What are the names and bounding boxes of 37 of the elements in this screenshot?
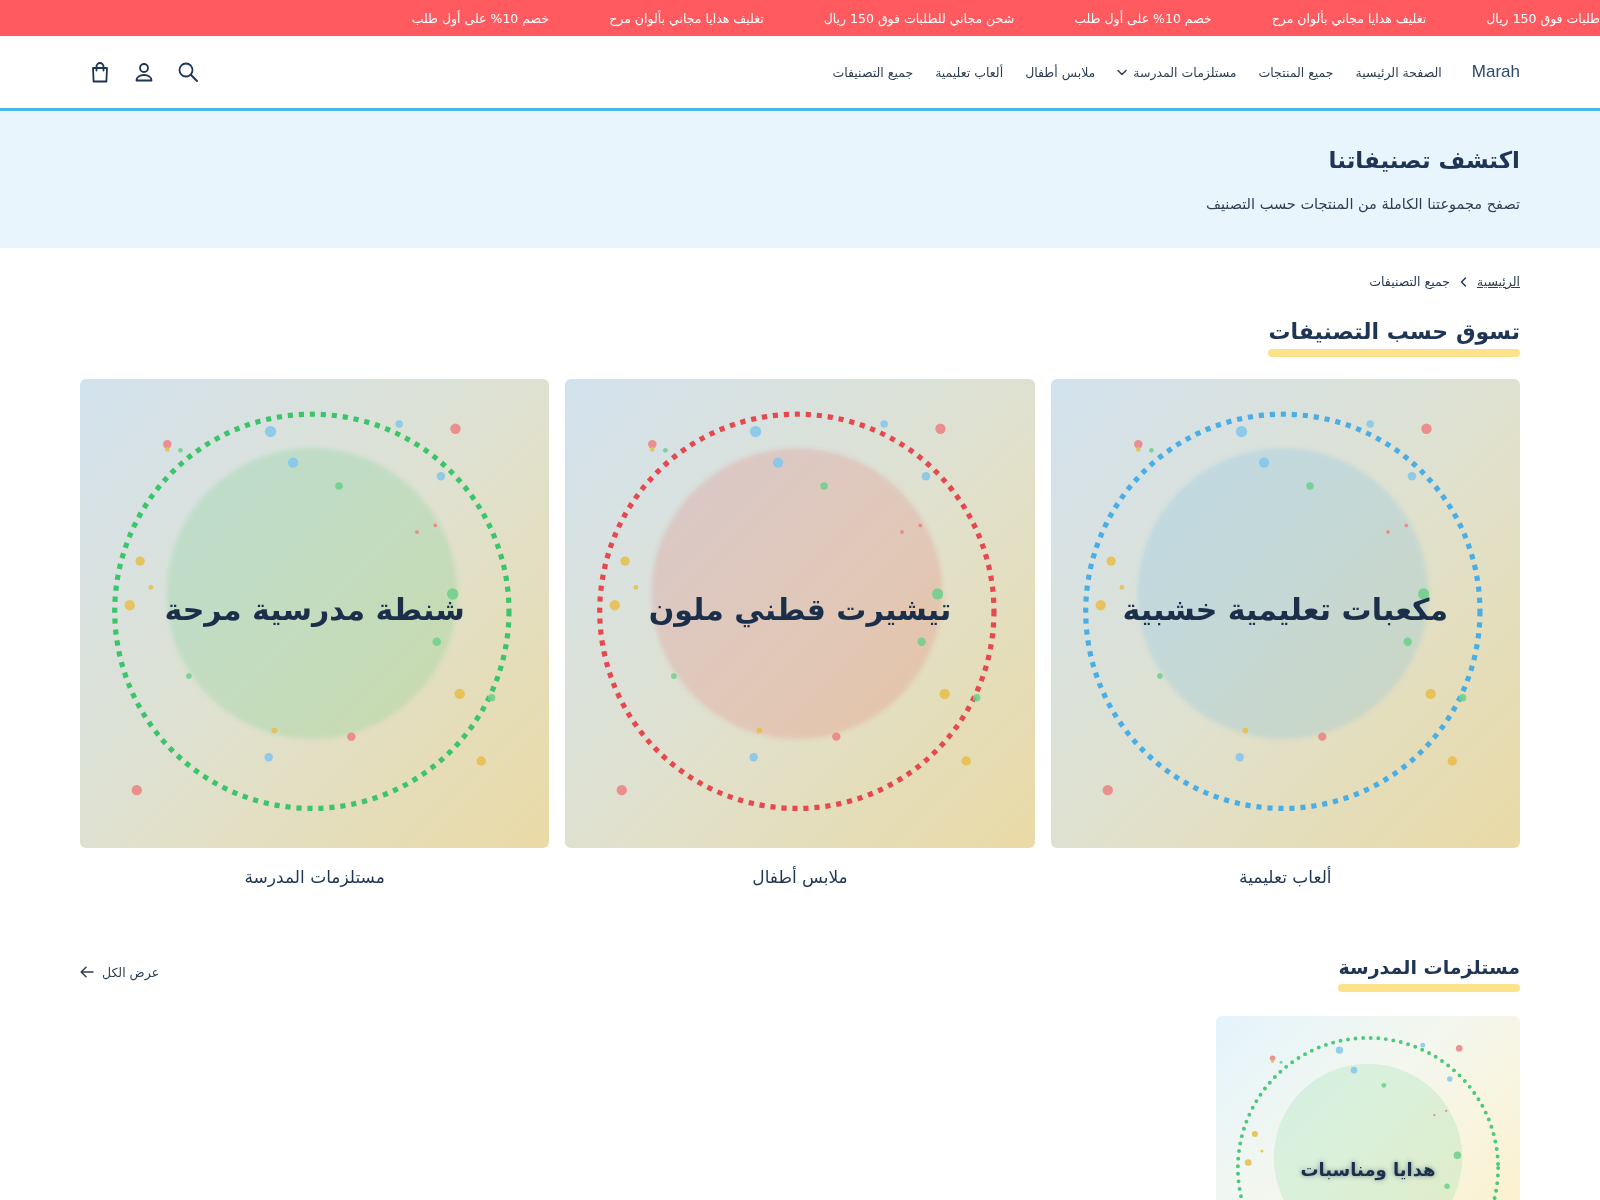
category-image[interactable]: شنطة مدرسية مرحة	[80, 379, 550, 849]
category-link[interactable]: ألعاب تعليمية	[1239, 867, 1332, 888]
search-icon	[177, 61, 199, 83]
category-link[interactable]: مستلزمات المدرسة	[244, 867, 385, 888]
site-logo[interactable]: Marah	[1471, 62, 1520, 82]
chevron-down-icon	[1117, 68, 1128, 76]
promo-message: تغليف هدايا مجاني بألوان مرح	[1271, 10, 1427, 26]
image-title: مكعبات تعليمية خشبية	[1122, 590, 1449, 629]
product-image[interactable]: هدايا ومناسبات	[1216, 1016, 1520, 1200]
arrow-left-icon	[80, 966, 94, 979]
nav-link[interactable]: ملابس أطفال	[1025, 64, 1096, 80]
promo-message: تغليف هدايا مجاني بألوان مرح	[609, 10, 764, 26]
promo-message: طلبات فوق 150 ريال	[1486, 10, 1600, 26]
user-icon	[133, 61, 155, 83]
nav-link[interactable]: جميع المنتجات	[1258, 64, 1334, 80]
promo-message: خصم 10% على أول طلب	[411, 10, 550, 26]
breadcrumb-current: جميع التصنيفات	[1369, 273, 1450, 291]
image-title: تيشيرت قطني ملون	[648, 590, 952, 629]
category-link[interactable]: ملابس أطفال	[752, 867, 848, 888]
category-image[interactable]: تيشيرت قطني ملون	[565, 379, 1035, 849]
section-heading: تسوق حسب التصنيفات	[1268, 318, 1520, 347]
page-subtitle: تصفح مجموعتنا الكاملة من المنتجات حسب التصنيف	[1205, 195, 1520, 215]
chevron-icon	[1459, 277, 1467, 287]
image-title: شنطة مدرسية مرحة	[164, 590, 465, 629]
section-heading: مستلزمات المدرسة	[1338, 955, 1520, 981]
shopping-bag-icon	[89, 61, 111, 83]
nav-link[interactable]: الصفحة الرئيسية	[1355, 64, 1442, 80]
nav-link[interactable]: مستلزمات المدرسة	[1117, 64, 1237, 80]
category-image[interactable]: مكعبات تعليمية خشبية	[1050, 379, 1520, 849]
promo-message: خصم 10% على أول طلب	[1074, 10, 1212, 26]
promo-message: شحن مجاني للطلبات فوق 150 ريال	[823, 10, 1015, 26]
nav-link[interactable]: جميع التصنيفات	[832, 64, 914, 80]
view-all-link[interactable]: عرض الكل	[80, 964, 160, 980]
breadcrumb-link[interactable]: الرئيسية	[1476, 272, 1520, 292]
image-title: هدايا ومناسبات	[1300, 1158, 1436, 1182]
nav-link[interactable]: ألعاب تعليمية	[935, 64, 1004, 80]
page-title: اكتشف تصنيفاتنا	[1328, 146, 1520, 175]
